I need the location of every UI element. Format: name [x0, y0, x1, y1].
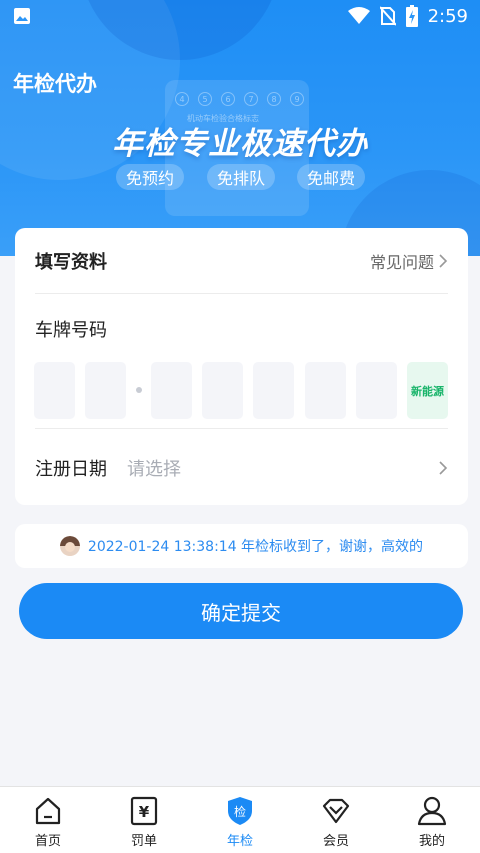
- tab-label: 首页: [34, 834, 61, 849]
- form-title: 填写资料: [35, 251, 107, 273]
- plate-char-box[interactable]: [85, 362, 126, 419]
- plate-separator-dot: [136, 387, 142, 393]
- sticker-number: 5: [198, 92, 212, 106]
- banner-tag: 免邮费: [297, 164, 366, 190]
- plate-char-box[interactable]: [151, 362, 192, 419]
- registration-date-label: 注册日期: [35, 458, 107, 480]
- plate-char-box[interactable]: [34, 362, 75, 419]
- chevron-right-icon: [439, 460, 448, 475]
- faq-link-label: 常见问题: [369, 252, 434, 272]
- sticker-number-row: 4 5 6 7 8 9: [175, 92, 304, 106]
- notice-message: 2022-01-24 13:38:14 年检标收到了，谢谢，高效的: [87, 539, 424, 555]
- status-time: 2:59: [427, 5, 468, 27]
- wifi-icon: [347, 7, 370, 24]
- registration-date-placeholder: 请选择: [127, 458, 181, 480]
- sticker-number: 6: [221, 92, 235, 106]
- plate-char-box[interactable]: [356, 362, 397, 419]
- inspection-shield-icon: 检: [228, 797, 252, 825]
- banner-tag: 免预约: [116, 164, 185, 190]
- banner-slogan: 年检专业极速代办: [112, 126, 368, 162]
- sticker-number: 9: [290, 92, 304, 106]
- plate-number-label: 车牌号码: [35, 320, 107, 341]
- tab-profile[interactable]: 我的: [384, 787, 480, 853]
- plate-char-box[interactable]: [253, 362, 294, 419]
- chevron-right-icon: [439, 253, 448, 268]
- info-form-card: 填写资料 常见问题 车牌号码 新能源 注册日期 请选择: [15, 228, 468, 505]
- tab-home[interactable]: 首页: [0, 787, 96, 853]
- tab-membership[interactable]: 会员: [288, 787, 384, 853]
- no-sim-icon: [379, 6, 396, 26]
- ticket-yuan-icon: ¥: [130, 796, 158, 826]
- avatar: [59, 536, 80, 556]
- tab-label: 会员: [322, 834, 349, 849]
- banner-tag: 免排队: [207, 164, 276, 190]
- page-title: 年检代办: [13, 72, 97, 96]
- sticker-number: 4: [175, 92, 189, 106]
- hero-banner: 4 5 6 7 8 9 机动车检验合格标志 2:59 年检代办 年检专业极速代办…: [0, 0, 480, 256]
- sticker-number: 7: [244, 92, 258, 106]
- bottom-tab-bar: 首页 ¥ 罚单 检 年检 会员 我的: [0, 786, 480, 853]
- registration-date-row[interactable]: 注册日期 请选择: [35, 428, 448, 506]
- tab-label: 年检: [226, 834, 253, 849]
- plate-char-box[interactable]: [202, 362, 243, 419]
- notice-ticker: 2022-01-24 13:38:14 年检标收到了，谢谢，高效的: [15, 524, 468, 568]
- plate-char-box[interactable]: [305, 362, 346, 419]
- form-header: 填写资料 常见问题: [35, 228, 448, 294]
- avatar-face: [64, 542, 75, 552]
- tab-inspection[interactable]: 检 年检: [192, 787, 288, 853]
- ticket-glyph: ¥: [139, 803, 150, 821]
- tab-tickets[interactable]: ¥ 罚单: [96, 787, 192, 853]
- faq-link[interactable]: 常见问题: [370, 249, 448, 273]
- new-energy-plate-box[interactable]: 新能源: [407, 362, 448, 419]
- diamond-icon: [322, 798, 350, 824]
- submit-button[interactable]: 确定提交: [19, 583, 463, 639]
- home-icon: [35, 797, 61, 825]
- battery-charging-icon: [405, 5, 418, 27]
- tab-shield-glyph: 检: [234, 804, 246, 819]
- tab-label: 我的: [418, 834, 445, 849]
- status-bar: 2:59: [0, 0, 480, 32]
- sticker-number: 8: [267, 92, 281, 106]
- user-icon: [417, 796, 447, 826]
- image-icon: [14, 8, 30, 24]
- tab-label: 罚单: [130, 834, 157, 849]
